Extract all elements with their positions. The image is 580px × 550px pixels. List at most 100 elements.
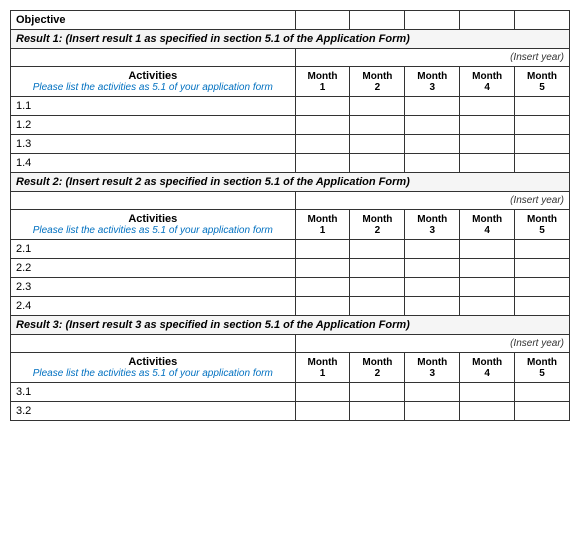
- result-1-activities-cell: Activities Please list the activities as…: [11, 67, 296, 97]
- row-2-1-label: 2.1: [11, 240, 296, 259]
- table-row: 3.1: [11, 383, 570, 402]
- row-1-1-m5: [515, 97, 570, 116]
- row-1-3-label: 1.3: [11, 135, 296, 154]
- objective-value-2: [350, 11, 405, 30]
- row-2-4-m2: [350, 297, 405, 316]
- row-1-4-m4: [460, 154, 515, 173]
- row-3-2-m2: [350, 402, 405, 421]
- row-2-2-m2: [350, 259, 405, 278]
- result-1-activities-spacer: [11, 49, 296, 67]
- row-2-3-m3: [405, 278, 460, 297]
- row-1-1-m4: [460, 97, 515, 116]
- result-1-header: Result 1: (Insert result 1 as specified …: [11, 30, 570, 49]
- row-1-4-m5: [515, 154, 570, 173]
- result-1-year-row: (Insert year): [11, 49, 570, 67]
- activities-italic-2: Please list the activities as 5.1 of you…: [16, 225, 290, 236]
- result-3-year-row: (Insert year): [11, 335, 570, 353]
- objective-value-3: [405, 11, 460, 30]
- row-2-4-m5: [515, 297, 570, 316]
- month-1-header-r2: Month 1: [295, 210, 350, 240]
- result-3-header-row: Result 3: (Insert result 3 as specified …: [11, 316, 570, 335]
- activities-italic-3: Please list the activities as 5.1 of you…: [16, 368, 290, 379]
- row-2-4-m3: [405, 297, 460, 316]
- row-1-1-m2: [350, 97, 405, 116]
- result-2-header-row: Result 2: (Insert result 2 as specified …: [11, 173, 570, 192]
- row-1-2-m5: [515, 116, 570, 135]
- result-3-activities-month-row: Activities Please list the activities as…: [11, 353, 570, 383]
- activities-label-3: Activities: [16, 356, 290, 368]
- row-2-2-m3: [405, 259, 460, 278]
- month-4-header-r1: Month 4: [460, 67, 515, 97]
- month-3-header-r2: Month 3: [405, 210, 460, 240]
- result-3-header: Result 3: (Insert result 3 as specified …: [11, 316, 570, 335]
- table-row: 2.2: [11, 259, 570, 278]
- result-2-insert-year: (Insert year): [295, 192, 569, 210]
- month-4-header-r2: Month 4: [460, 210, 515, 240]
- row-3-1-m2: [350, 383, 405, 402]
- table-row: 3.2: [11, 402, 570, 421]
- row-1-2-label: 1.2: [11, 116, 296, 135]
- row-1-2-m1: [295, 116, 350, 135]
- month-1-header-r3: Month 1: [295, 353, 350, 383]
- row-1-3-m2: [350, 135, 405, 154]
- row-2-3-m1: [295, 278, 350, 297]
- table-row: 1.2: [11, 116, 570, 135]
- row-3-1-m4: [460, 383, 515, 402]
- row-2-4-m1: [295, 297, 350, 316]
- row-2-2-label: 2.2: [11, 259, 296, 278]
- row-1-1-label: 1.1: [11, 97, 296, 116]
- row-3-2-m1: [295, 402, 350, 421]
- activities-italic-1: Please list the activities as 5.1 of you…: [16, 82, 290, 93]
- table-row: 1.3: [11, 135, 570, 154]
- objective-value-5: [515, 11, 570, 30]
- month-2-header-r1: Month 2: [350, 67, 405, 97]
- row-2-3-m4: [460, 278, 515, 297]
- month-1-header-r1: Month 1: [295, 67, 350, 97]
- result-2-header: Result 2: (Insert result 2 as specified …: [11, 173, 570, 192]
- month-2-header-r2: Month 2: [350, 210, 405, 240]
- row-3-2-m3: [405, 402, 460, 421]
- row-1-1-m1: [295, 97, 350, 116]
- objective-row: Objective: [11, 11, 570, 30]
- row-3-1-m3: [405, 383, 460, 402]
- row-1-1-m3: [405, 97, 460, 116]
- row-1-4-label: 1.4: [11, 154, 296, 173]
- objective-value-4: [460, 11, 515, 30]
- row-2-1-m4: [460, 240, 515, 259]
- row-1-3-m4: [460, 135, 515, 154]
- table-row: 2.1: [11, 240, 570, 259]
- row-1-3-m1: [295, 135, 350, 154]
- row-2-2-m5: [515, 259, 570, 278]
- month-4-header-r3: Month 4: [460, 353, 515, 383]
- row-2-3-m5: [515, 278, 570, 297]
- month-5-header-r3: Month 5: [515, 353, 570, 383]
- row-2-2-m4: [460, 259, 515, 278]
- activities-label-1: Activities: [16, 70, 290, 82]
- row-3-1-label: 3.1: [11, 383, 296, 402]
- result-2-year-row: (Insert year): [11, 192, 570, 210]
- activities-label-2: Activities: [16, 213, 290, 225]
- result-1-activities-month-row: Activities Please list the activities as…: [11, 67, 570, 97]
- result-3-insert-year: (Insert year): [295, 335, 569, 353]
- row-2-3-label: 2.3: [11, 278, 296, 297]
- result-3-activities-cell: Activities Please list the activities as…: [11, 353, 296, 383]
- row-2-1-m1: [295, 240, 350, 259]
- row-2-1-m3: [405, 240, 460, 259]
- row-2-2-m1: [295, 259, 350, 278]
- row-1-4-m1: [295, 154, 350, 173]
- row-1-2-m2: [350, 116, 405, 135]
- month-5-header-r2: Month 5: [515, 210, 570, 240]
- row-2-1-m5: [515, 240, 570, 259]
- month-2-header-r3: Month 2: [350, 353, 405, 383]
- table-row: 1.4: [11, 154, 570, 173]
- result-2-activities-spacer: [11, 192, 296, 210]
- month-3-header-r1: Month 3: [405, 67, 460, 97]
- row-2-4-m4: [460, 297, 515, 316]
- month-3-header-r3: Month 3: [405, 353, 460, 383]
- row-1-4-m3: [405, 154, 460, 173]
- row-3-1-m1: [295, 383, 350, 402]
- main-table: Objective Result 1: (Insert result 1 as …: [10, 10, 570, 421]
- objective-label: Objective: [11, 11, 296, 30]
- table-row: 1.1: [11, 97, 570, 116]
- result-1-insert-year: (Insert year): [295, 49, 569, 67]
